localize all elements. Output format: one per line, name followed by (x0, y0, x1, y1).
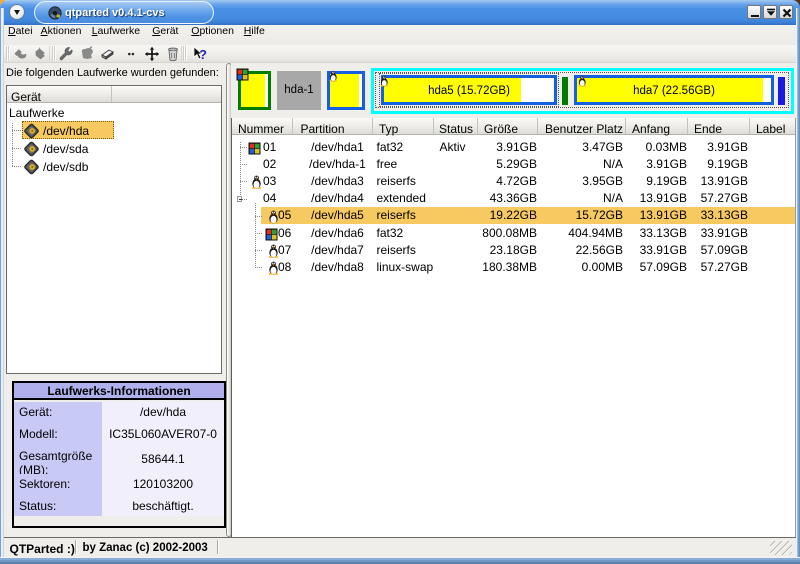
svg-text:?: ? (199, 47, 207, 62)
